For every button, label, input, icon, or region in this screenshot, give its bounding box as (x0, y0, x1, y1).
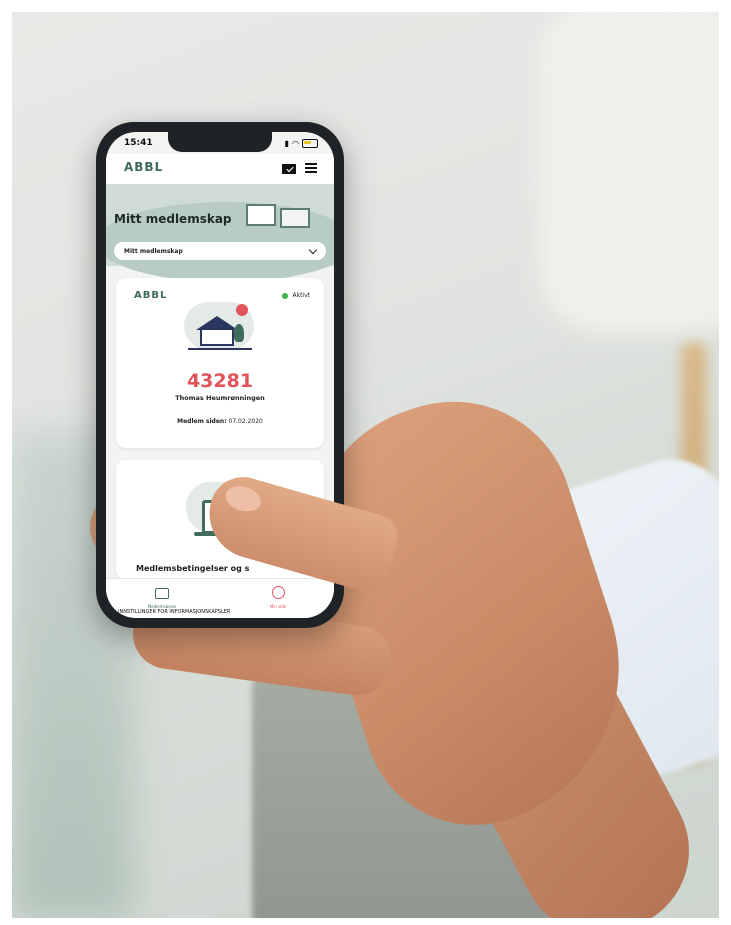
thumb-nail (222, 482, 264, 516)
nav-item-membership-card[interactable]: Medlemsbevis (122, 584, 202, 609)
membership-dropdown[interactable]: Mitt medlemskap (114, 242, 326, 260)
signal-icon: ▮ (284, 139, 290, 148)
house-illustration (180, 298, 260, 358)
dropdown-selected-value: Mitt medlemskap (124, 247, 183, 255)
status-time: 15:41 (124, 138, 153, 148)
app-header: ABBL (106, 154, 334, 184)
bottom-navigation: Medlemsbevis Min side INNSTILLINGER FOR … (106, 578, 334, 618)
member-since-label: Medlem siden: (177, 418, 227, 425)
status-label: Aktivt (292, 292, 310, 299)
mail-icon[interactable] (282, 164, 296, 174)
membership-card: ABBL Aktivt 43281 Thomas Heumrønningen M… (116, 278, 324, 448)
app-logo[interactable]: ABBL (124, 160, 163, 174)
nav-label-my-page: Min side (269, 604, 287, 609)
page-title: Mitt medlemskap (114, 212, 232, 226)
card-logo: ABBL (134, 290, 168, 301)
app-logo-text: ABBL (124, 160, 164, 174)
page-hero: Mitt medlemskap Mitt medlemskap (106, 184, 334, 282)
phone-notch (168, 132, 272, 152)
user-circle-icon (271, 586, 285, 599)
nav-item-my-page[interactable]: Min side (238, 584, 318, 609)
status-dot-icon (282, 292, 289, 299)
wifi-icon: ◠ (292, 139, 299, 148)
member-number: 43281 (186, 370, 254, 392)
terms-card-title: Medlemsbetingelser og s (136, 564, 250, 573)
status-badge: Aktivt (282, 292, 310, 299)
chevron-down-icon (308, 245, 318, 254)
member-since-value: 07.02.2020 (228, 418, 263, 425)
member-since: Medlem siden: 07.02.2020 (116, 418, 324, 425)
menu-icon[interactable] (305, 163, 317, 173)
member-name: Thomas Heumrønningen (175, 394, 265, 402)
battery-icon (302, 139, 318, 148)
id-card-icon (155, 588, 169, 599)
blurred-chair (539, 12, 719, 332)
hero-illustration (246, 194, 316, 234)
cookie-settings-link[interactable]: INNSTILLINGER FOR INFORMASJONSKAPSLER (118, 609, 230, 615)
status-icons: ▮ ◠ (285, 139, 318, 148)
